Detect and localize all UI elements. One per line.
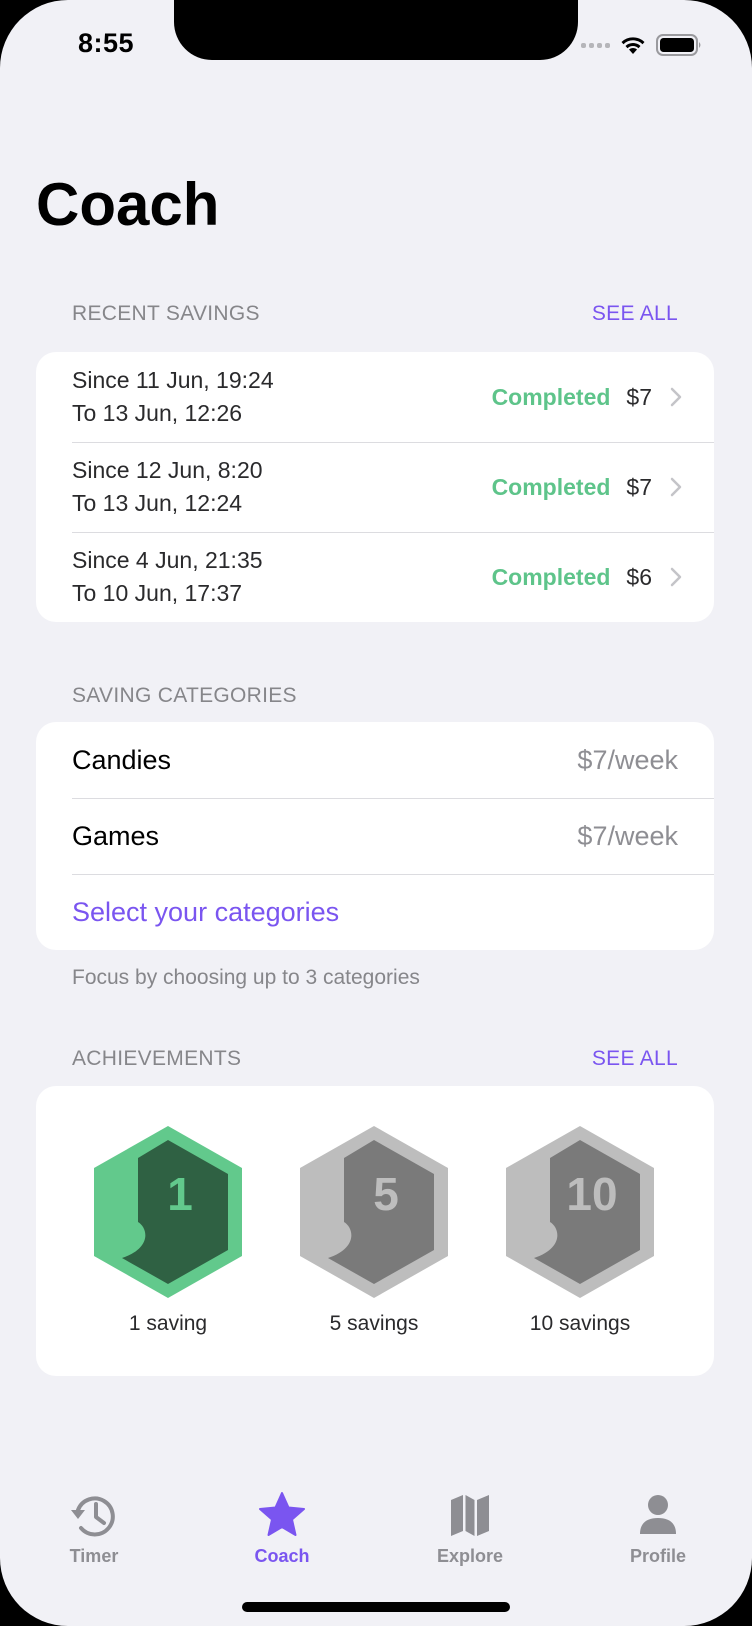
- person-icon: [640, 1495, 676, 1534]
- category-value: $7/week: [577, 744, 678, 775]
- chevron-right-icon: [670, 567, 682, 587]
- phone-screen: 8:55 Coach RECENT SAVINGS SEE ALL Since …: [0, 0, 752, 1626]
- achievements-see-all-button[interactable]: SEE ALL: [592, 1047, 678, 1071]
- tab-profile[interactable]: Profile: [564, 1480, 752, 1600]
- saving-to: To 10 Jun, 17:37: [72, 580, 243, 606]
- tab-explore[interactable]: Explore: [376, 1480, 564, 1600]
- history-clock-icon: [71, 1496, 115, 1537]
- categories-footnote: Focus by choosing up to 3 categories: [72, 966, 420, 989]
- recent-savings-card: Since 11 Jun, 19:24 To 13 Jun, 12:26 Com…: [36, 352, 714, 622]
- badge-label: 10 savings: [529, 1312, 631, 1335]
- category-name: Games: [72, 820, 160, 851]
- saving-since: Since 4 Jun, 21:35: [72, 547, 263, 573]
- cellular-signal-icon: [581, 42, 610, 48]
- category-row: Games $7/week: [36, 798, 714, 874]
- notch: [174, 0, 578, 60]
- category-value: $7/week: [577, 820, 678, 851]
- recent-savings-title: RECENT SAVINGS: [72, 302, 260, 325]
- saving-status: Completed: [491, 563, 611, 590]
- saving-dates: Since 11 Jun, 19:24 To 13 Jun, 12:26: [72, 364, 492, 430]
- home-indicator: [242, 1602, 510, 1612]
- status-time: 8:55: [78, 28, 135, 58]
- battery-icon: [656, 34, 702, 56]
- saving-to: To 13 Jun, 12:24: [72, 490, 243, 516]
- saving-amount: $7: [626, 473, 652, 500]
- saving-amount: $7: [626, 383, 652, 410]
- saving-row[interactable]: Since 4 Jun, 21:35 To 10 Jun, 17:37 Comp…: [36, 532, 714, 622]
- chevron-right-icon: [670, 387, 682, 407]
- page-title: Coach: [36, 171, 220, 238]
- recent-savings-see-all-button[interactable]: SEE ALL: [592, 302, 678, 326]
- achievements-header: ACHIEVEMENTS SEE ALL: [72, 1047, 678, 1071]
- tab-coach[interactable]: Coach: [188, 1480, 376, 1600]
- saving-dates: Since 12 Jun, 8:20 To 13 Jun, 12:24: [72, 454, 492, 520]
- saving-categories-header: SAVING CATEGORIES: [72, 684, 678, 708]
- saving-status: Completed: [491, 473, 611, 500]
- saving-row[interactable]: Since 12 Jun, 8:20 To 13 Jun, 12:24 Comp…: [36, 442, 714, 532]
- star-icon: [259, 1492, 305, 1536]
- saving-categories-title: SAVING CATEGORIES: [72, 684, 297, 707]
- hexagon-badge-icon: 5: [300, 1126, 448, 1298]
- chevron-right-icon: [670, 477, 682, 497]
- category-name: Candies: [72, 744, 172, 775]
- badge-list: 1 1 saving 5 5 savings 10 10 savings: [36, 1086, 714, 1336]
- svg-text:5: 5: [373, 1168, 399, 1220]
- saving-categories-card: Candies $7/week Games $7/week Select you…: [36, 722, 714, 950]
- achievement-badge-10[interactable]: 10 10 savings: [500, 1124, 660, 1336]
- svg-text:10: 10: [566, 1168, 617, 1220]
- saving-amount: $6: [626, 563, 652, 590]
- achievement-badge-5[interactable]: 5 5 savings: [294, 1124, 454, 1336]
- select-categories-link[interactable]: Select your categories: [36, 874, 714, 950]
- wifi-icon: [620, 35, 646, 55]
- saving-row[interactable]: Since 11 Jun, 19:24 To 13 Jun, 12:26 Com…: [36, 352, 714, 442]
- hexagon-badge-icon: 1: [94, 1126, 242, 1298]
- status-icons: [581, 34, 702, 56]
- svg-text:1: 1: [167, 1168, 193, 1220]
- saving-status: Completed: [491, 383, 611, 410]
- saving-since: Since 11 Jun, 19:24: [72, 367, 274, 393]
- achievements-card: 1 1 saving 5 5 savings 10 10 savings: [36, 1086, 714, 1376]
- tab-label: Explore: [436, 1546, 504, 1566]
- tab-bar: Timer Coach Explore Profile: [0, 1480, 752, 1600]
- saving-to: To 13 Jun, 12:26: [72, 400, 243, 426]
- map-icon: [451, 1495, 489, 1536]
- tab-timer[interactable]: Timer: [0, 1480, 188, 1600]
- saving-since: Since 12 Jun, 8:20: [72, 457, 263, 483]
- tab-label: Timer: [69, 1546, 119, 1566]
- badge-label: 5 savings: [329, 1312, 419, 1335]
- achievements-title: ACHIEVEMENTS: [72, 1047, 242, 1070]
- tab-label: Coach: [254, 1546, 310, 1566]
- recent-savings-header: RECENT SAVINGS SEE ALL: [72, 302, 678, 326]
- badge-label: 1 saving: [128, 1312, 208, 1335]
- category-row: Candies $7/week: [36, 722, 714, 798]
- tab-label: Profile: [629, 1546, 686, 1566]
- saving-dates: Since 4 Jun, 21:35 To 10 Jun, 17:37: [72, 544, 492, 610]
- achievement-badge-1[interactable]: 1 1 saving: [88, 1124, 248, 1336]
- hexagon-badge-icon: 10: [506, 1126, 654, 1298]
